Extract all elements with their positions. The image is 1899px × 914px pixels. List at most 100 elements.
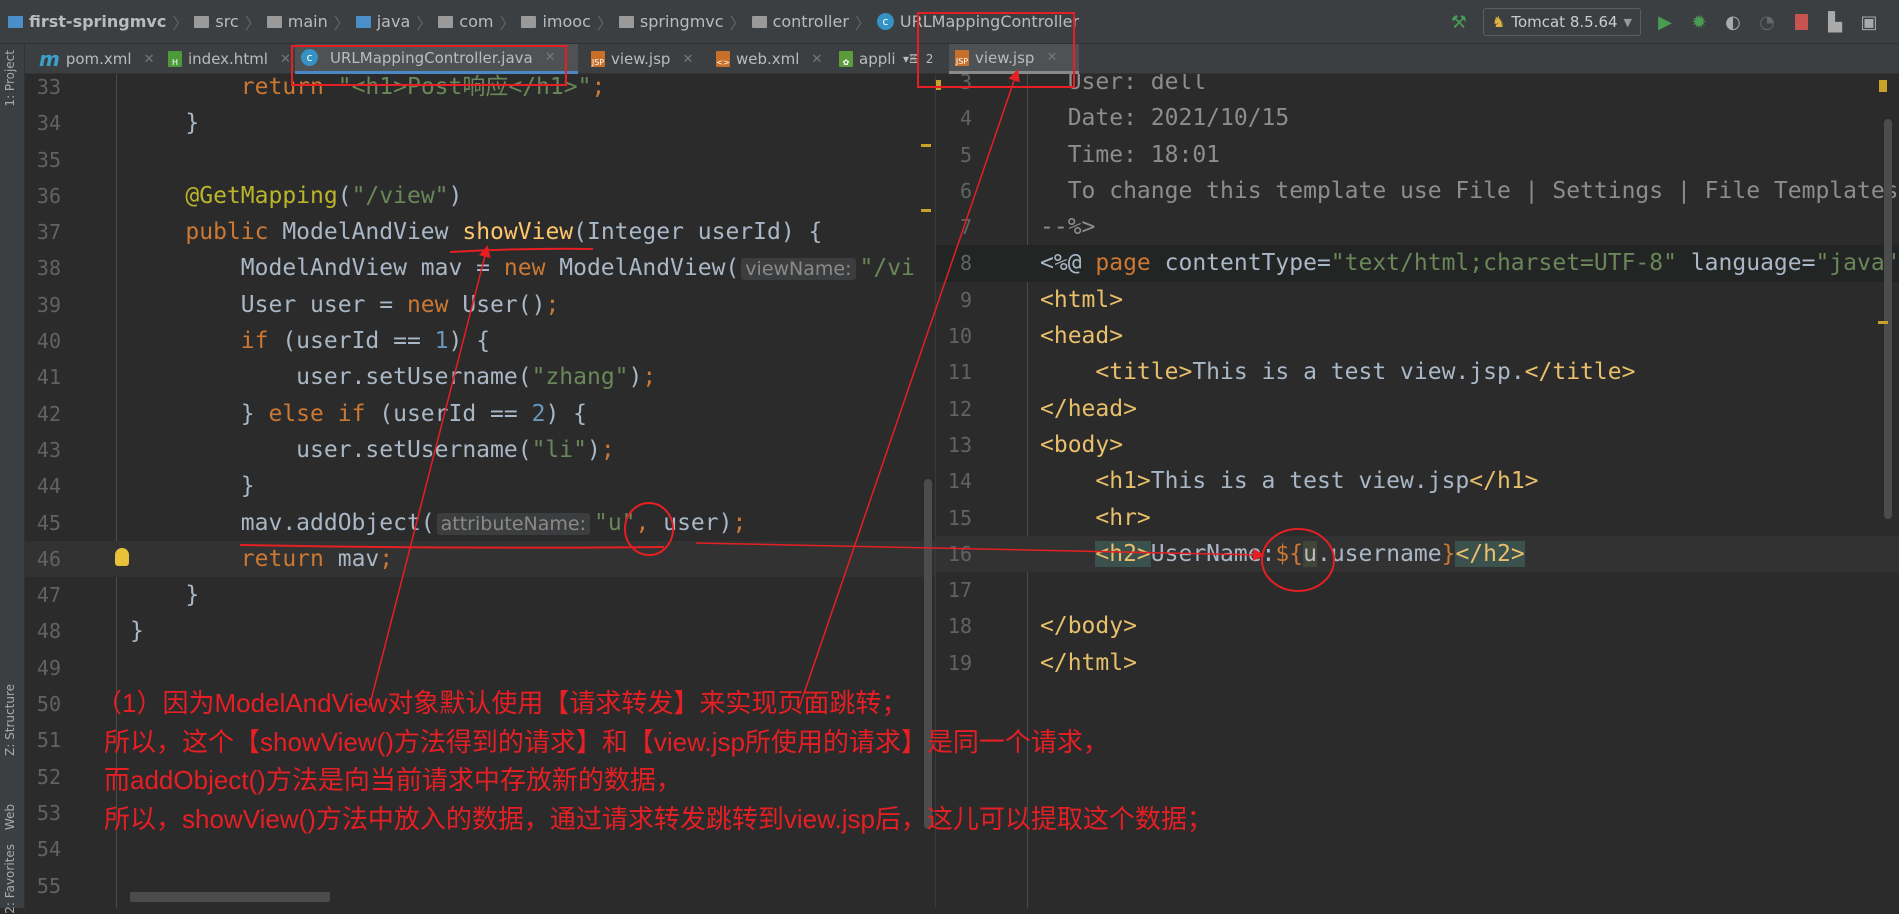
code-line[interactable]: 41 user.setUsername("zhang");: [25, 359, 935, 395]
code-text: <head>: [1040, 318, 1123, 354]
tab-pom-xml[interactable]: mpom.xml✕: [33, 44, 161, 74]
breadcrumb-controller[interactable]: controller: [752, 12, 849, 31]
code-line[interactable]: 33 return "<h1>Post响应</h1>";: [25, 74, 935, 105]
coverage-icon[interactable]: ◐: [1723, 12, 1743, 32]
code-text: --%>: [1040, 209, 1095, 245]
project-structure-icon[interactable]: ▙: [1825, 12, 1845, 32]
tab-index-html[interactable]: Hindex.html✕: [162, 44, 297, 74]
horizontal-scrollbar[interactable]: [130, 892, 330, 902]
code-line[interactable]: 7--%>: [936, 209, 1899, 245]
code-token: 1: [435, 328, 449, 354]
line-number: 18: [936, 608, 972, 644]
line-number: 3: [936, 74, 972, 100]
close-icon[interactable]: ✕: [682, 52, 693, 67]
close-icon[interactable]: ✕: [811, 52, 822, 67]
breadcrumb-java[interactable]: java: [356, 12, 411, 31]
line-number: 49: [25, 650, 61, 686]
warning-marker[interactable]: [921, 144, 931, 147]
code-token: </title>: [1525, 359, 1636, 385]
code-token: ModelAndView mav =: [130, 255, 504, 281]
tab-urlmappingcontroller-java[interactable]: cURLMappingController.java✕: [295, 44, 578, 74]
code-line[interactable]: 38 ModelAndView mav = new ModelAndView(v…: [25, 250, 935, 286]
code-line[interactable]: 42 } else if (userId == 2) {: [25, 396, 935, 432]
code-token: This is a test view.jsp: [1151, 468, 1470, 494]
close-icon[interactable]: ✕: [280, 52, 291, 67]
tab-web-xml[interactable]: <>web.xml✕: [710, 44, 828, 74]
code-line[interactable]: 10<head>: [936, 318, 1899, 354]
code-line[interactable]: 14 <h1>This is a test view.jsp</h1>: [936, 463, 1899, 499]
code-line[interactable]: 4 Date: 2021/10/15: [936, 100, 1899, 136]
tab-right-view-jsp[interactable]: JSPview.jsp✕: [949, 44, 1079, 74]
package-icon: [752, 16, 767, 28]
code-line[interactable]: 15 <hr>: [936, 500, 1899, 536]
vertical-scrollbar[interactable]: [1884, 119, 1892, 519]
code-token: public: [185, 219, 268, 245]
layout-icon[interactable]: ▣: [1859, 12, 1879, 32]
breadcrumb-com[interactable]: com: [438, 12, 493, 31]
warning-marker[interactable]: [936, 80, 941, 90]
tomcat-icon: ♞: [1492, 13, 1505, 31]
code-token: [1040, 359, 1095, 385]
code-line[interactable]: 16 <h2>UserName:${u.username}</h2>: [936, 536, 1899, 572]
code-token: else if: [268, 401, 365, 427]
code-text: Time: 18:01: [1040, 137, 1220, 173]
structure-tool-button[interactable]: Z: Structure: [3, 684, 17, 756]
breadcrumb-src[interactable]: src: [194, 12, 238, 31]
breadcrumb-main[interactable]: main: [267, 12, 328, 31]
code-line[interactable]: 11 <title>This is a test view.jsp.</titl…: [936, 354, 1899, 390]
lightbulb-icon[interactable]: [115, 548, 129, 566]
file-status-marker[interactable]: [1879, 80, 1887, 92]
code-token: UserName:: [1151, 541, 1276, 567]
close-icon[interactable]: ✕: [1046, 50, 1057, 65]
line-number: 52: [25, 759, 61, 795]
code-line[interactable]: 19</html>: [936, 645, 1899, 681]
code-line[interactable]: 37 public ModelAndView showView(Integer …: [25, 214, 935, 250]
close-icon[interactable]: ✕: [545, 50, 556, 65]
hammer-icon[interactable]: ⚒: [1449, 12, 1469, 32]
code-line[interactable]: 34 }: [25, 105, 935, 141]
code-token: user.setUsername(: [130, 364, 532, 390]
code-line[interactable]: 17: [936, 572, 1899, 608]
code-line[interactable]: 12</head>: [936, 391, 1899, 427]
warning-marker[interactable]: [921, 209, 931, 212]
code-line[interactable]: 9<html>: [936, 282, 1899, 318]
warning-marker[interactable]: [1878, 321, 1888, 324]
code-line[interactable]: 5 Time: 18:01: [936, 137, 1899, 173]
code-line[interactable]: 36 @GetMapping("/view"): [25, 178, 935, 214]
code-line[interactable]: 43 user.setUsername("li");: [25, 432, 935, 468]
debug-icon[interactable]: ✹: [1689, 12, 1709, 32]
code-line[interactable]: 35: [25, 142, 935, 178]
profile-icon[interactable]: ◔: [1757, 12, 1777, 32]
code-line[interactable]: 45 mav.addObject(attributeName:"u", user…: [25, 505, 935, 541]
tab-overflow-button[interactable]: ▾☰2: [897, 44, 939, 74]
code-line[interactable]: 18</body>: [936, 608, 1899, 644]
breadcrumb-imooc[interactable]: imooc: [521, 12, 590, 31]
code-line[interactable]: 48}: [25, 613, 935, 649]
code-line[interactable]: 47 }: [25, 577, 935, 613]
code-line[interactable]: 44 }: [25, 468, 935, 504]
breadcrumb-springmvc[interactable]: springmvc: [619, 12, 724, 31]
close-icon[interactable]: ✕: [144, 52, 155, 67]
code-token: User(): [449, 292, 546, 318]
code-line[interactable]: 40 if (userId == 1) {: [25, 323, 935, 359]
tab-view-jsp[interactable]: JSPview.jsp✕: [585, 44, 699, 74]
code-line[interactable]: 46 return mav;: [25, 541, 935, 577]
code-token: contentType=: [1151, 250, 1331, 276]
code-token: [1040, 505, 1095, 531]
project-tool-button[interactable]: 1: Project: [3, 50, 17, 107]
line-number: 51: [25, 722, 61, 758]
favorites-tool-button[interactable]: 2: Favorites: [3, 844, 17, 914]
code-line[interactable]: 8<%@ page contentType="text/html;charset…: [936, 245, 1899, 281]
breadcrumb-class[interactable]: cURLMappingController: [877, 12, 1079, 31]
code-line[interactable]: 13<body>: [936, 427, 1899, 463]
web-tool-button[interactable]: Web: [3, 804, 17, 830]
breadcrumb-label: springmvc: [640, 12, 724, 31]
run-icon[interactable]: ▶: [1655, 12, 1675, 32]
code-line[interactable]: 6 To change this template use File | Set…: [936, 173, 1899, 209]
breadcrumb-project[interactable]: first-springmvc: [8, 12, 166, 31]
code-line[interactable]: 3 User: dell: [936, 74, 1899, 100]
run-configuration-select[interactable]: ♞Tomcat 8.5.64▼: [1483, 8, 1641, 36]
stop-icon[interactable]: [1791, 12, 1811, 32]
code-line[interactable]: 49: [25, 650, 935, 686]
code-line[interactable]: 39 User user = new User();: [25, 287, 935, 323]
